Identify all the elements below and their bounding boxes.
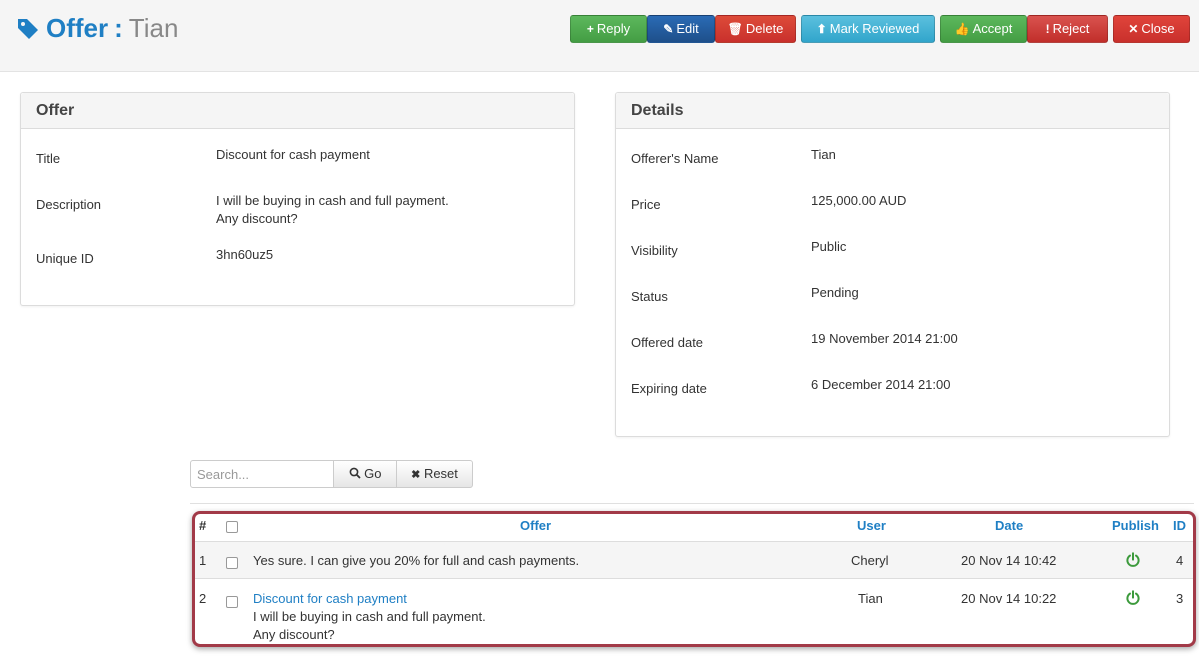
row-checkbox[interactable] xyxy=(226,557,238,569)
edit-icon: ✎ xyxy=(663,22,674,36)
label-description: Description xyxy=(36,197,102,212)
plus-icon: + xyxy=(586,22,594,36)
accept-button[interactable]: 👍 Accept xyxy=(940,15,1027,43)
column-header-publish[interactable]: Publish xyxy=(1112,518,1159,533)
page-title-subtitle: Tian xyxy=(128,13,179,43)
mark-reviewed-button[interactable]: ⬆ Mark Reviewed xyxy=(801,15,935,43)
details-panel-heading: Details xyxy=(616,93,1169,129)
column-header-number: # xyxy=(199,518,207,533)
search-icon xyxy=(349,466,365,481)
close-icon: ✕ xyxy=(1128,22,1139,36)
details-panel: Details Offerer's Name Tian Price 125,00… xyxy=(615,92,1170,437)
divider xyxy=(190,503,1194,504)
table-row: 1 Yes sure. I can give you 20% for full … xyxy=(195,541,1193,579)
row-date: 20 Nov 14 10:42 xyxy=(961,553,1057,568)
offer-panel-heading: Offer xyxy=(21,93,574,129)
label-offered-date: Offered date xyxy=(631,335,704,350)
row-number: 2 xyxy=(199,591,207,606)
edit-button[interactable]: ✎ Edit xyxy=(647,15,715,43)
table-row: 2 Discount for cash payment I will be bu… xyxy=(195,580,1193,644)
row-offer-line-2: Any discount? xyxy=(253,627,335,642)
label-unique-id: Unique ID xyxy=(36,251,94,266)
value-price: 125,000.00 AUD xyxy=(811,193,907,208)
delete-button[interactable]: 🗑 Delete xyxy=(715,15,796,43)
reset-button[interactable]: ✖ Reset xyxy=(396,460,473,488)
label-title: Title xyxy=(36,151,61,166)
row-id: 3 xyxy=(1176,591,1184,606)
value-title: Discount for cash payment xyxy=(216,147,370,162)
row-offer-text: Yes sure. I can give you 20% for full an… xyxy=(253,553,580,568)
page-title: Offer: Tian xyxy=(16,12,178,47)
column-header-offer[interactable]: Offer xyxy=(520,518,551,533)
value-status: Pending xyxy=(811,285,859,300)
publish-power-icon[interactable] xyxy=(1125,590,1141,611)
trash-icon: 🗑 xyxy=(727,22,743,36)
tag-icon xyxy=(16,15,40,47)
description-line-1: I will be buying in cash and full paymen… xyxy=(216,193,449,208)
offer-panel: Offer Title Discount for cash payment De… xyxy=(20,92,575,306)
label-offerer-name: Offerer's Name xyxy=(631,151,719,166)
label-visibility: Visibility xyxy=(631,243,678,258)
row-date: 20 Nov 14 10:22 xyxy=(961,591,1057,606)
label-price: Price xyxy=(631,197,661,212)
row-offer-cell: Discount for cash payment I will be buyi… xyxy=(253,590,486,644)
go-button[interactable]: Go xyxy=(333,460,397,488)
reply-button[interactable]: + Reply xyxy=(570,15,647,43)
row-user: Cheryl xyxy=(851,553,889,568)
value-description: I will be buying in cash and full paymen… xyxy=(216,192,449,228)
value-offerer-name: Tian xyxy=(811,147,836,162)
offers-table: # Offer User Date Publish ID 1 Yes sure.… xyxy=(192,511,1196,647)
value-unique-id: 3hn60uz5 xyxy=(216,247,274,262)
top-bar: Offer: Tian + Reply ✎ Edit 🗑 Delete ⬆ Mark Re… xyxy=(0,0,1199,72)
column-header-id[interactable]: ID xyxy=(1173,518,1186,533)
exclamation-circle-icon: ! xyxy=(1045,22,1050,36)
publish-power-icon[interactable] xyxy=(1125,552,1141,573)
column-header-user[interactable]: User xyxy=(857,518,886,533)
value-visibility: Public xyxy=(811,239,847,254)
thumbs-up-icon: 👍 xyxy=(954,22,970,36)
row-number: 1 xyxy=(199,553,207,568)
close-icon: ✖ xyxy=(411,469,421,481)
label-expiring-date: Expiring date xyxy=(631,381,707,396)
search-input[interactable] xyxy=(190,460,334,488)
arrow-circle-up-icon: ⬆ xyxy=(816,22,827,36)
description-line-2: Any discount? xyxy=(216,211,298,226)
column-header-date[interactable]: Date xyxy=(995,518,1023,533)
reject-button[interactable]: ! Reject xyxy=(1027,15,1108,43)
page-title-main: Offer xyxy=(46,13,109,43)
row-id: 4 xyxy=(1176,553,1184,568)
close-button[interactable]: ✕ Close xyxy=(1113,15,1190,43)
value-offered-date: 19 November 2014 21:00 xyxy=(811,331,958,346)
value-expiring-date: 6 December 2014 21:00 xyxy=(811,377,951,392)
label-status: Status xyxy=(631,289,668,304)
page-title-separator: : xyxy=(114,13,123,43)
row-checkbox[interactable] xyxy=(226,596,238,608)
row-offer-line-1: I will be buying in cash and full paymen… xyxy=(253,609,486,624)
select-all-checkbox[interactable] xyxy=(226,521,238,533)
row-user: Tian xyxy=(858,591,883,606)
row-offer-title-link[interactable]: Discount for cash payment xyxy=(253,591,407,606)
